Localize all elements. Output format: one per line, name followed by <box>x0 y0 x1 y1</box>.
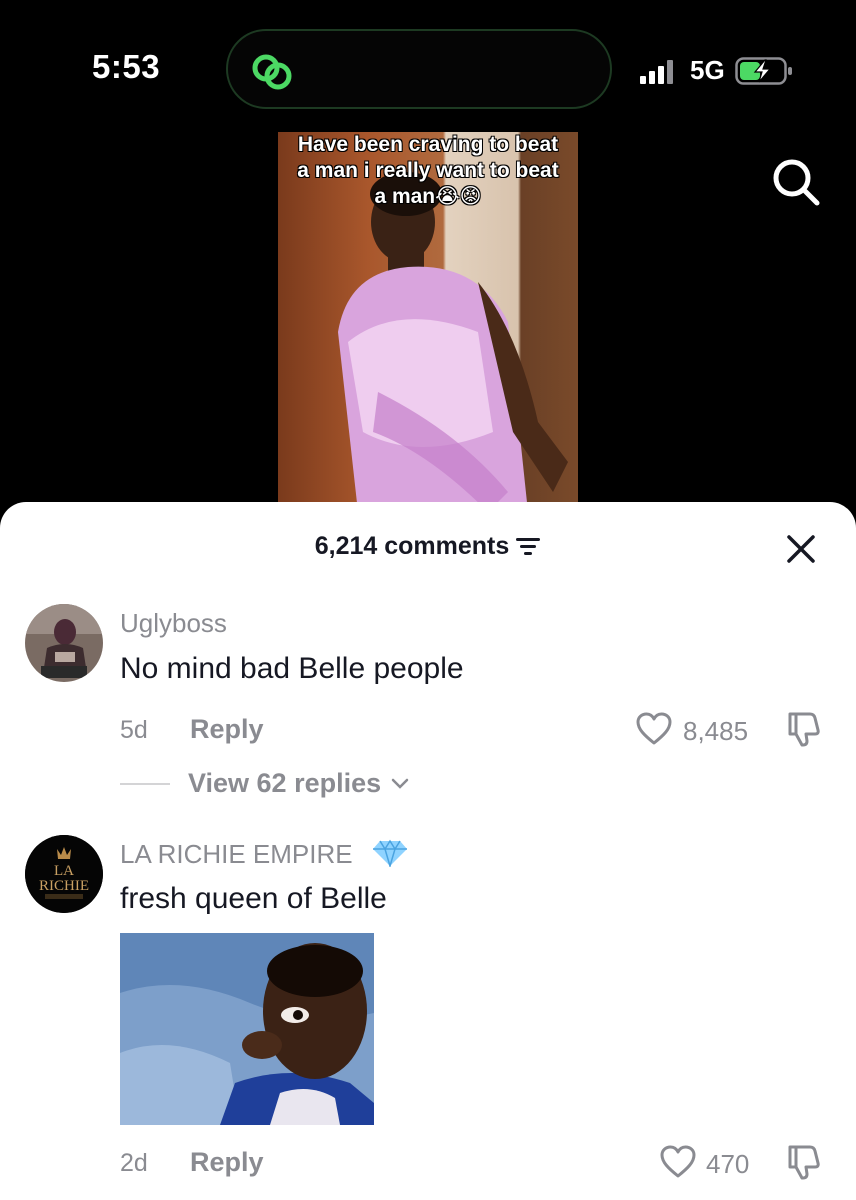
comments-header[interactable]: 6,214 comments <box>0 532 856 561</box>
signal-bars-icon <box>640 60 673 84</box>
svg-text:LA: LA <box>54 863 74 879</box>
like-count: 8,485 <box>683 716 749 746</box>
avatar-logo: LA RICHIE <box>25 835 103 913</box>
comments-sheet: 6,214 comments Uglyboss No mind bad Bell… <box>0 502 856 1200</box>
filter-icon[interactable] <box>515 536 541 556</box>
comment-age: 5d <box>120 716 148 744</box>
comment-text: fresh queen of Belle <box>120 882 387 915</box>
dynamic-island <box>226 29 612 109</box>
diamond-icon <box>372 839 407 869</box>
comment-media[interactable] <box>120 933 374 1125</box>
comment-text: No mind bad Belle people <box>120 652 464 685</box>
caption-line: a man😭😡 <box>374 185 482 208</box>
comment-media-image <box>120 933 374 1125</box>
caption-line: Have been craving to beat <box>297 133 559 156</box>
battery-charging-icon <box>735 57 792 85</box>
view-replies-label: View 62 replies <box>188 768 382 798</box>
avatar[interactable] <box>25 604 103 682</box>
dislike-icon[interactable] <box>786 710 822 748</box>
reply-button[interactable]: Reply <box>190 714 264 745</box>
close-icon[interactable] <box>784 532 818 566</box>
video-preview[interactable]: Have been craving to beat a man i really… <box>278 132 578 512</box>
status-time: 5:53 <box>92 48 161 85</box>
view-replies-button[interactable]: View 62 replies <box>188 768 409 799</box>
dislike-icon[interactable] <box>786 1143 822 1181</box>
like-count: 470 <box>706 1149 750 1179</box>
caption-line: a man i really want to beat <box>297 159 559 182</box>
comment-username[interactable]: Uglyboss <box>120 608 227 639</box>
avatar[interactable]: LA RICHIE <box>25 835 103 913</box>
heart-icon[interactable] <box>636 712 672 746</box>
replies-divider <box>120 783 170 785</box>
comment-age: 2d <box>120 1149 148 1177</box>
reply-button[interactable]: Reply <box>190 1147 264 1178</box>
link-rings-icon <box>252 54 292 90</box>
search-icon[interactable] <box>768 154 822 208</box>
comments-count: 6,214 comments <box>314 532 510 560</box>
chevron-down-icon <box>391 778 408 789</box>
heart-icon[interactable] <box>660 1145 696 1179</box>
network-type: 5G <box>690 55 725 85</box>
avatar-logo-text: RICHIE <box>39 878 89 894</box>
comment-username[interactable]: LA RICHIE EMPIRE <box>120 839 408 870</box>
video-caption: Have been craving to beat a man i really… <box>278 132 578 210</box>
username-label: LA RICHIE EMPIRE <box>120 839 353 869</box>
avatar-image <box>25 604 103 682</box>
